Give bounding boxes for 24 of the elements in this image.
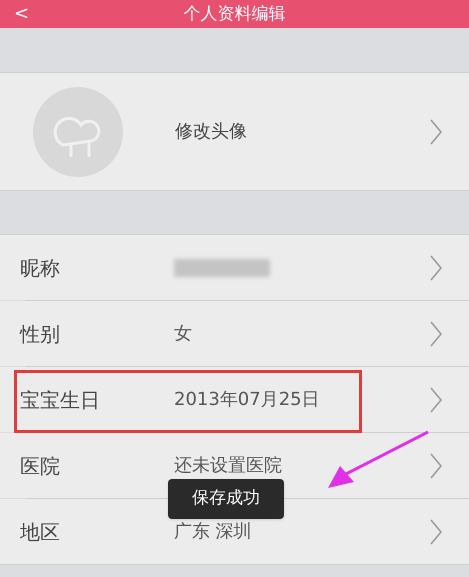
chevron-right-icon bbox=[429, 254, 443, 282]
row-label: 宝宝生日 bbox=[20, 386, 101, 414]
toast: 保存成功 bbox=[168, 479, 284, 519]
avatar-row[interactable]: 修改头像 bbox=[0, 73, 469, 191]
row-value: 2013年07月25日 bbox=[174, 388, 320, 412]
row-label: 医院 bbox=[20, 452, 61, 480]
chevron-right-icon bbox=[429, 118, 443, 146]
settings-row[interactable]: 性别 女 bbox=[0, 301, 469, 366]
chevron-right-icon bbox=[429, 320, 443, 348]
chevron-right-icon bbox=[429, 386, 443, 414]
row-label: 性别 bbox=[20, 320, 61, 348]
row-value: 女 bbox=[174, 322, 192, 346]
row-label: 地区 bbox=[20, 518, 61, 546]
settings-row[interactable]: 昵称 bbox=[0, 235, 469, 300]
chevron-right-icon bbox=[429, 452, 443, 480]
row-value: 广东 深圳 bbox=[174, 520, 252, 544]
settings-row[interactable]: 宝宝生日 2013年07月25日 bbox=[0, 367, 469, 432]
avatar-placeholder-icon bbox=[33, 86, 123, 176]
header-title: 个人资料编辑 bbox=[184, 6, 286, 22]
avatar-label: 修改头像 bbox=[175, 120, 247, 144]
back-button[interactable]: < bbox=[14, 5, 30, 23]
row-label: 昵称 bbox=[20, 254, 61, 282]
chevron-right-icon bbox=[429, 518, 443, 546]
row-value: 还未设置医院 bbox=[174, 454, 282, 478]
